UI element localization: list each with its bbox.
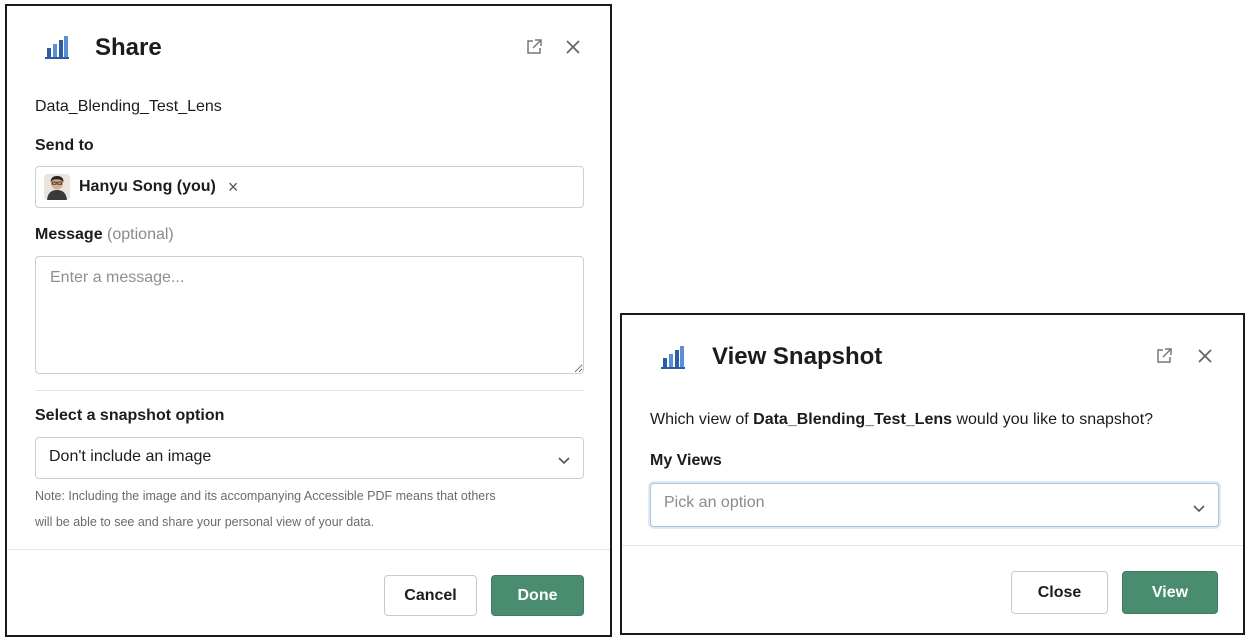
bar-chart-icon: [44, 34, 70, 60]
message-textarea[interactable]: [35, 256, 584, 374]
question-suffix: would you like to snapshot?: [952, 411, 1154, 428]
dialog-title: View Snapshot: [712, 343, 883, 370]
recipient-name: Hanyu Song (you): [79, 178, 216, 195]
close-button[interactable]: Close: [1011, 571, 1108, 614]
my-views-select[interactable]: Pick an option: [650, 483, 1219, 527]
view-button[interactable]: View: [1122, 571, 1218, 614]
snapshot-note-line-1: Note: Including the image and its accomp…: [35, 489, 496, 503]
share-dialog: Share Data_Blending_Test_Lens Send to Ha…: [5, 4, 612, 637]
close-icon[interactable]: [1196, 347, 1214, 365]
remove-recipient-button[interactable]: ×: [228, 178, 239, 196]
done-button[interactable]: Done: [491, 575, 584, 616]
recipient-chip: Hanyu Song (you) ×: [44, 173, 238, 201]
view-snapshot-dialog: View Snapshot Which view of Data_Blendin…: [620, 313, 1245, 635]
footer-divider: [7, 549, 610, 550]
close-icon[interactable]: [564, 38, 582, 56]
item-name: Data_Blending_Test_Lens: [35, 98, 222, 115]
snapshot-option-select[interactable]: Don't include an image: [35, 437, 584, 479]
chevron-down-icon: [557, 452, 571, 465]
question-item: Data_Blending_Test_Lens: [753, 411, 953, 428]
bar-chart-icon: [660, 344, 686, 370]
my-views-placeholder: Pick an option: [664, 494, 765, 511]
snapshot-note: Note: Including the image and its accomp…: [35, 483, 595, 535]
message-optional-text: (optional): [107, 226, 174, 243]
snapshot-note-line-2: will be able to see and share your perso…: [35, 515, 375, 529]
avatar: [44, 174, 70, 200]
dialog-title: Share: [95, 34, 162, 61]
chevron-down-icon: [1192, 500, 1206, 513]
my-views-label: My Views: [650, 452, 722, 469]
recipient-field[interactable]: Hanyu Song (you) ×: [35, 166, 584, 208]
question-prefix: Which view of: [650, 411, 754, 428]
cancel-button[interactable]: Cancel: [384, 575, 477, 616]
divider: [35, 390, 584, 391]
snapshot-question: Which view of Data_Blending_Test_Lens wo…: [650, 411, 1153, 429]
external-link-icon[interactable]: [525, 38, 543, 56]
external-link-icon[interactable]: [1155, 347, 1173, 365]
message-label: Message (optional): [35, 226, 174, 244]
snapshot-option-value: Don't include an image: [49, 448, 212, 465]
snapshot-option-label: Select a snapshot option: [35, 407, 225, 424]
send-to-label: Send to: [35, 137, 94, 154]
message-label-text: Message: [35, 226, 103, 243]
footer-divider: [622, 545, 1243, 546]
